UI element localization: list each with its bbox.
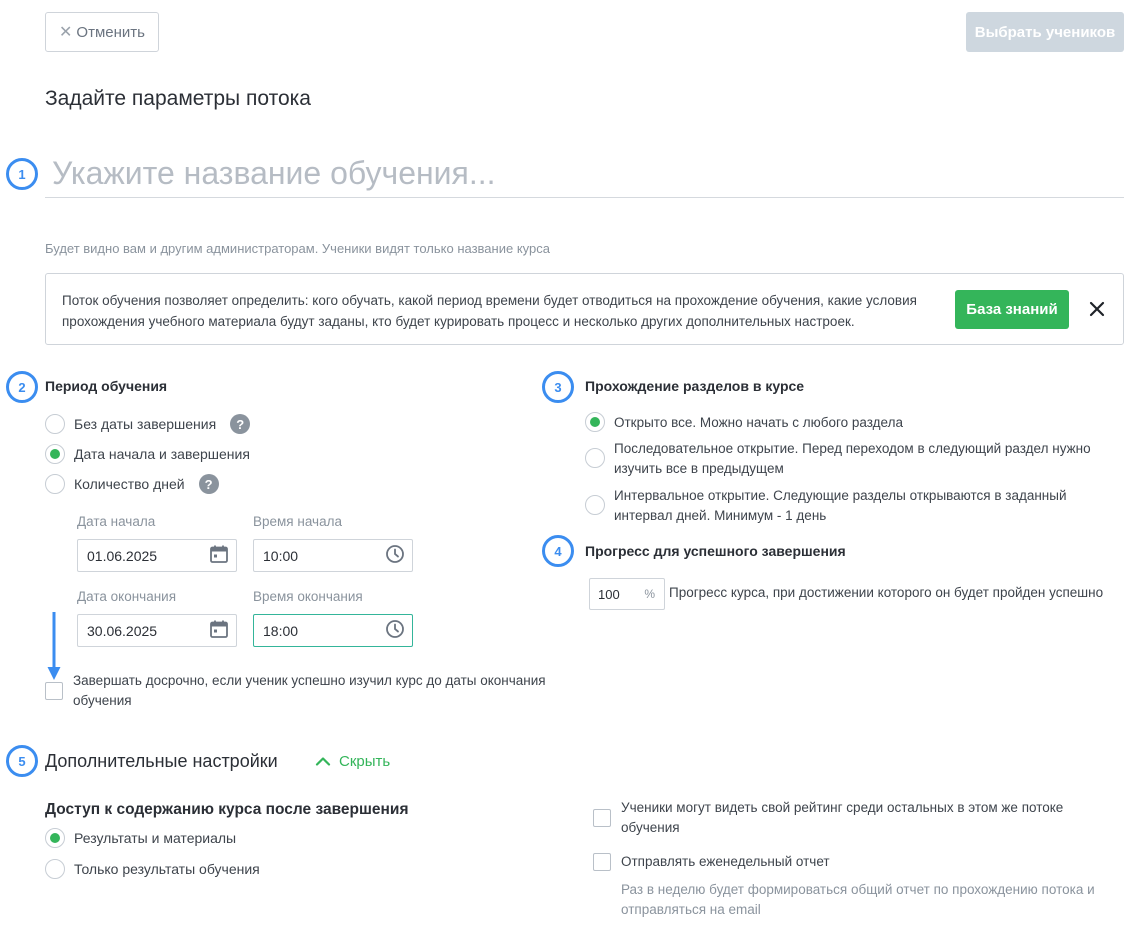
help-icon[interactable]: ?	[198, 474, 219, 494]
help-icon[interactable]: ?	[230, 414, 251, 434]
start-date-label: Дата начала	[77, 514, 156, 529]
access-option-results-only[interactable]: Только результаты обучения	[45, 859, 260, 879]
access-option-results-materials[interactable]: Результаты и материалы	[45, 828, 236, 848]
step-marker-2: 2	[6, 371, 38, 403]
sections-option-sequential[interactable]: Последовательное открытие. Перед переход…	[585, 439, 1105, 479]
page-title: Задайте параметры потока	[45, 87, 311, 110]
progress-title: Прогресс для успешного завершения	[585, 543, 846, 559]
radio-button[interactable]	[45, 414, 65, 434]
weekly-report-option[interactable]: Отправлять еженедельный отчет	[593, 852, 1103, 872]
access-option-label: Результаты и материалы	[74, 830, 237, 846]
period-option-no-end[interactable]: Без даты завершения ?	[45, 414, 251, 434]
knowledge-base-button[interactable]: База знаний	[955, 290, 1069, 329]
start-time-label: Время начала	[253, 514, 342, 529]
end-time-label: Время окончания	[253, 589, 363, 604]
end-date-field[interactable]: 30.06.2025	[77, 614, 237, 647]
end-date-value: 30.06.2025	[87, 622, 158, 639]
chevron-up-icon	[315, 753, 331, 770]
access-title: Доступ к содержанию курса после завершен…	[45, 801, 409, 818]
access-option-label: Только результаты обучения	[74, 861, 260, 877]
sections-option-interval[interactable]: Интервальное открытие. Следующие разделы…	[585, 486, 1105, 526]
name-underline	[45, 197, 1124, 198]
radio-button-selected[interactable]	[45, 444, 65, 464]
progress-value: 100	[598, 586, 620, 602]
close-info-icon[interactable]	[1086, 295, 1108, 323]
calendar-icon[interactable]	[209, 544, 229, 567]
start-time-field[interactable]: 10:00	[253, 539, 413, 572]
radio-button-selected[interactable]	[585, 412, 605, 432]
period-title: Период обучения	[45, 378, 168, 394]
progress-description: Прогресс курса, при достижении которого …	[669, 585, 1104, 600]
training-name-input[interactable]	[52, 150, 1122, 196]
progress-input[interactable]: 100 %	[589, 578, 665, 610]
weekly-report-checkbox[interactable]	[593, 853, 611, 871]
rating-checkbox[interactable]	[593, 809, 611, 827]
radio-button[interactable]	[585, 448, 605, 468]
info-box: Поток обучения позволяет определить: ког…	[45, 273, 1124, 345]
weekly-report-hint: Раз в неделю будет формироваться общий о…	[621, 882, 1095, 917]
start-time-value: 10:00	[263, 547, 299, 564]
period-option-label: Количество дней	[74, 476, 185, 492]
select-students-button[interactable]: Выбрать учеников	[966, 12, 1124, 52]
sections-option-all-open[interactable]: Открыто все. Можно начать с любого разде…	[585, 412, 903, 432]
start-date-value: 01.06.2025	[87, 547, 158, 564]
sections-option-label: Открыто все. Можно начать с любого разде…	[614, 414, 903, 430]
name-hint: Будет видно вам и другим администраторам…	[45, 241, 550, 256]
clock-icon[interactable]	[385, 544, 405, 567]
step-marker-4: 4	[542, 535, 574, 567]
step-marker-5: 5	[6, 745, 38, 777]
rating-label: Ученики могут видеть свой рейтинг среди …	[621, 800, 1064, 835]
step-marker-3: 3	[542, 371, 574, 403]
sections-option-label: Последовательное открытие. Перед переход…	[614, 441, 1091, 476]
hide-label: Скрыть	[339, 753, 391, 770]
clock-icon[interactable]	[385, 619, 405, 642]
cancel-label: Отменить	[76, 23, 145, 41]
period-option-days[interactable]: Количество дней ?	[45, 474, 219, 494]
extra-settings-title: Дополнительные настройки	[45, 751, 278, 771]
end-time-value: 18:00	[263, 622, 299, 639]
sections-title: Прохождение разделов в курсе	[585, 378, 805, 394]
percent-unit: %	[644, 587, 655, 601]
radio-button[interactable]	[45, 474, 65, 494]
radio-button[interactable]	[585, 495, 605, 515]
info-text: Поток обучения позволяет определить: ког…	[62, 293, 917, 329]
hide-extra-button[interactable]: Скрыть	[315, 753, 390, 770]
period-option-start-end[interactable]: Дата начала и завершения	[45, 444, 250, 464]
rating-option[interactable]: Ученики могут видеть свой рейтинг среди …	[593, 798, 1103, 838]
end-date-label: Дата окончания	[77, 589, 177, 604]
early-finish-label: Завершать досрочно, если ученик успешно …	[73, 673, 546, 708]
early-finish-checkbox[interactable]	[45, 682, 63, 700]
cancel-button[interactable]: ✕ Отменить	[45, 12, 159, 52]
end-time-field[interactable]: 18:00	[253, 614, 413, 647]
period-option-label: Дата начала и завершения	[74, 446, 250, 462]
radio-button-selected[interactable]	[45, 828, 65, 848]
weekly-report-label: Отправлять еженедельный отчет	[621, 854, 830, 869]
early-finish-option[interactable]: Завершать досрочно, если ученик успешно …	[45, 671, 565, 711]
close-icon: ✕	[59, 24, 73, 41]
radio-button[interactable]	[45, 859, 65, 879]
calendar-icon[interactable]	[209, 619, 229, 642]
start-date-field[interactable]: 01.06.2025	[77, 539, 237, 572]
step-marker-1: 1	[6, 158, 38, 190]
sections-option-label: Интервальное открытие. Следующие разделы…	[614, 488, 1067, 523]
period-option-label: Без даты завершения	[74, 416, 217, 432]
